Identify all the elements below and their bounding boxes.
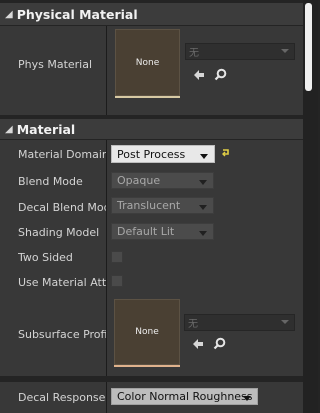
combo-value: 无 <box>189 48 199 59</box>
collapse-triangle-icon[interactable]: ◢ <box>5 9 13 20</box>
subsurface-profile-label: Subsurface Profil <box>18 328 106 341</box>
thumbnail-text: None <box>135 327 159 337</box>
phys-material-combo[interactable]: 无 <box>185 43 295 60</box>
scrollbar-thumb[interactable] <box>305 3 312 91</box>
material-panel: Material Domain Post Process Blend Mode … <box>0 140 303 376</box>
dropdown-value: Opaque <box>117 174 161 187</box>
decal-response-row: Decal Response ( Color Normal Roughness <box>0 382 303 413</box>
use-selected-arrow-icon[interactable] <box>193 69 205 81</box>
two-sided-label: Two Sided <box>18 251 73 264</box>
chevron-down-icon <box>199 231 207 236</box>
section-title: Physical Material <box>16 6 138 22</box>
decal-blend-mode-dropdown[interactable]: Translucent <box>111 197 214 214</box>
blend-mode-label: Blend Mode <box>18 175 83 188</box>
chevron-down-icon <box>281 320 289 324</box>
use-material-attributes-label: Use Material Attri <box>18 276 106 289</box>
material-domain-dropdown[interactable]: Post Process <box>111 145 215 163</box>
dropdown-value: Color Normal Roughness <box>117 390 253 403</box>
blend-mode-dropdown[interactable]: Opaque <box>111 172 214 189</box>
chevron-down-icon <box>199 205 207 210</box>
shading-model-dropdown[interactable]: Default Lit <box>111 223 214 240</box>
subsurface-profile-thumbnail[interactable]: None <box>114 299 180 365</box>
subsurface-profile-combo[interactable]: 无 <box>184 314 295 331</box>
material-domain-label: Material Domain <box>18 148 106 161</box>
combo-value: 无 <box>188 319 198 330</box>
chevron-down-icon <box>199 180 207 185</box>
decal-response-label: Decal Response ( <box>18 391 106 404</box>
chevron-down-icon <box>200 154 208 159</box>
material-header[interactable]: ◢ Material <box>0 119 303 139</box>
thumbnail-underline <box>114 365 180 367</box>
phys-material-thumbnail[interactable]: None <box>115 29 180 96</box>
column-divider <box>106 140 107 376</box>
dropdown-value: Post Process <box>117 147 186 161</box>
two-sided-checkbox[interactable] <box>111 251 123 263</box>
dropdown-value: Default Lit <box>117 225 175 238</box>
chevron-down-icon <box>281 49 289 53</box>
reset-to-default-icon[interactable] <box>221 148 231 158</box>
decal-blend-mode-label: Decal Blend Mode <box>18 201 106 214</box>
decal-response-dropdown[interactable]: Color Normal Roughness <box>111 388 258 405</box>
section-title: Material <box>16 121 76 137</box>
browse-search-icon[interactable] <box>214 68 227 81</box>
thumbnail-underline <box>115 96 180 98</box>
thumbnail-text: None <box>135 57 160 68</box>
phys-material-row: Phys Material None 无 <box>0 26 303 115</box>
browse-search-icon[interactable] <box>213 337 226 350</box>
use-selected-arrow-icon[interactable] <box>192 338 204 350</box>
collapse-triangle-icon[interactable]: ◢ <box>5 124 13 135</box>
phys-material-label: Phys Material <box>18 58 93 71</box>
chevron-down-icon <box>243 396 251 401</box>
dropdown-value: Translucent <box>117 199 181 212</box>
column-divider <box>106 26 107 115</box>
column-divider <box>106 382 107 413</box>
use-material-attributes-checkbox[interactable] <box>111 275 123 287</box>
physical-material-header[interactable]: ◢ Physical Material <box>0 3 303 25</box>
shading-model-label: Shading Model <box>18 226 100 239</box>
